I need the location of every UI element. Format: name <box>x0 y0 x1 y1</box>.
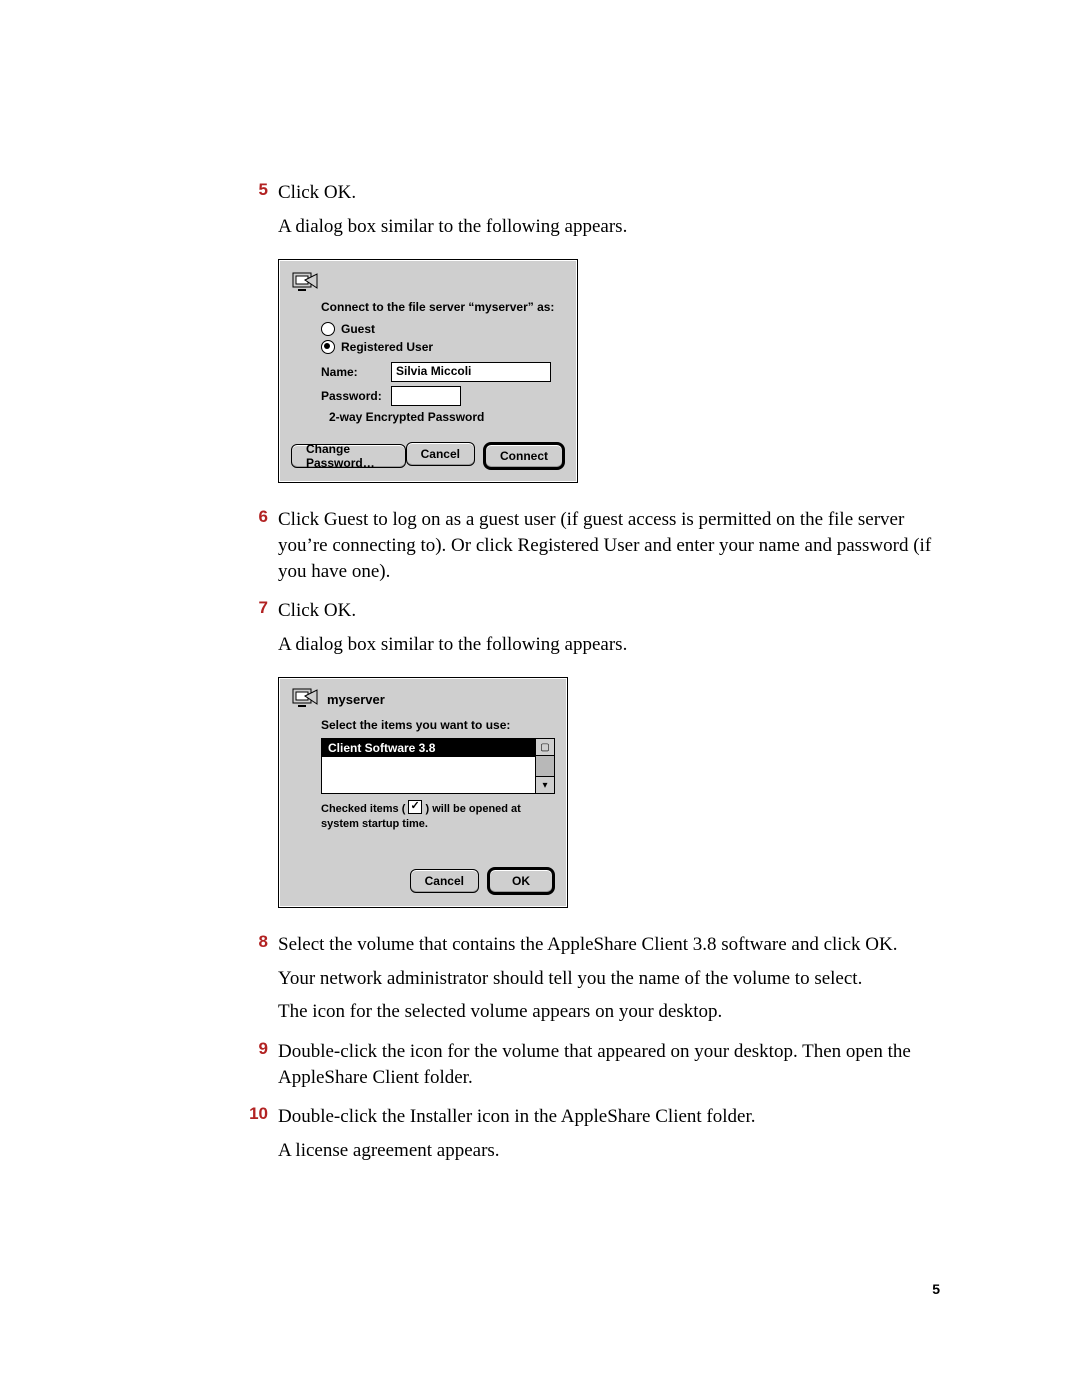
connect-button[interactable]: Connect <box>485 444 563 468</box>
step-10-after: A license agreement appears. <box>278 1138 940 1164</box>
step-number: 9 <box>240 1039 278 1098</box>
step-number: 5 <box>240 180 278 247</box>
step-number: 10 <box>240 1104 278 1171</box>
step-number: 7 <box>240 598 278 665</box>
step-number: 6 <box>240 507 278 592</box>
select-volumes-dialog: myserver Select the items you want to us… <box>278 677 568 908</box>
step-8-text: Select the volume that contains the Appl… <box>278 932 940 958</box>
password-label: Password: <box>321 389 391 403</box>
step-8-after1: Your network administrator should tell y… <box>278 966 940 992</box>
page-number: 5 <box>932 1281 940 1297</box>
volumes-listbox[interactable]: Client Software 3.8 ▢ ▾ <box>321 738 555 794</box>
list-item[interactable]: Client Software 3.8 <box>322 739 535 757</box>
connect-caption: Connect to the file server “myserver” as… <box>321 300 565 314</box>
cancel-button[interactable]: Cancel <box>410 869 479 893</box>
step-5-after: A dialog box similar to the following ap… <box>278 214 940 240</box>
guest-radio[interactable] <box>321 322 335 336</box>
password-field[interactable] <box>391 386 461 406</box>
name-label: Name: <box>321 365 391 379</box>
step-5-text: Click OK. <box>278 180 940 206</box>
step-5: 5 Click OK. A dialog box similar to the … <box>240 180 940 247</box>
scroll-down-icon[interactable]: ▾ <box>536 776 554 793</box>
scroll-up-icon[interactable]: ▢ <box>536 739 554 756</box>
step-10: 10 Double-click the Installer icon in th… <box>240 1104 940 1171</box>
encryption-note: 2-way Encrypted Password <box>329 410 484 424</box>
step-6-text: Click Guest to log on as a guest user (i… <box>278 507 940 584</box>
checkbox-icon <box>408 800 422 814</box>
change-password-button[interactable]: Change Password… <box>291 444 406 468</box>
afp-icon <box>291 270 321 298</box>
step-7: 7 Click OK. A dialog box similar to the … <box>240 598 940 665</box>
volumes-prompt: Select the items you want to use: <box>321 718 555 732</box>
ok-button[interactable]: OK <box>489 869 553 893</box>
step-7-after: A dialog box similar to the following ap… <box>278 632 940 658</box>
step-8-after2: The icon for the selected volume appears… <box>278 999 940 1025</box>
server-name: myserver <box>327 692 385 707</box>
cancel-button[interactable]: Cancel <box>406 442 475 466</box>
connect-dialog: Connect to the file server “myserver” as… <box>278 259 578 483</box>
step-8: 8 Select the volume that contains the Ap… <box>240 932 940 1033</box>
guest-label: Guest <box>341 322 375 336</box>
step-10-text: Double-click the Installer icon in the A… <box>278 1104 940 1130</box>
registered-radio[interactable] <box>321 340 335 354</box>
step-7-text: Click OK. <box>278 598 940 624</box>
registered-label: Registered User <box>341 340 433 354</box>
name-field[interactable]: Silvia Miccoli <box>391 362 551 382</box>
startup-hint: Checked items ( ) will be opened at syst… <box>321 800 555 831</box>
step-number: 8 <box>240 932 278 1033</box>
scrollbar[interactable]: ▢ ▾ <box>535 739 554 793</box>
step-9: 9 Double-click the icon for the volume t… <box>240 1039 940 1098</box>
step-6: 6 Click Guest to log on as a guest user … <box>240 507 940 592</box>
afp-icon <box>291 686 321 714</box>
step-9-text: Double-click the icon for the volume tha… <box>278 1039 940 1090</box>
